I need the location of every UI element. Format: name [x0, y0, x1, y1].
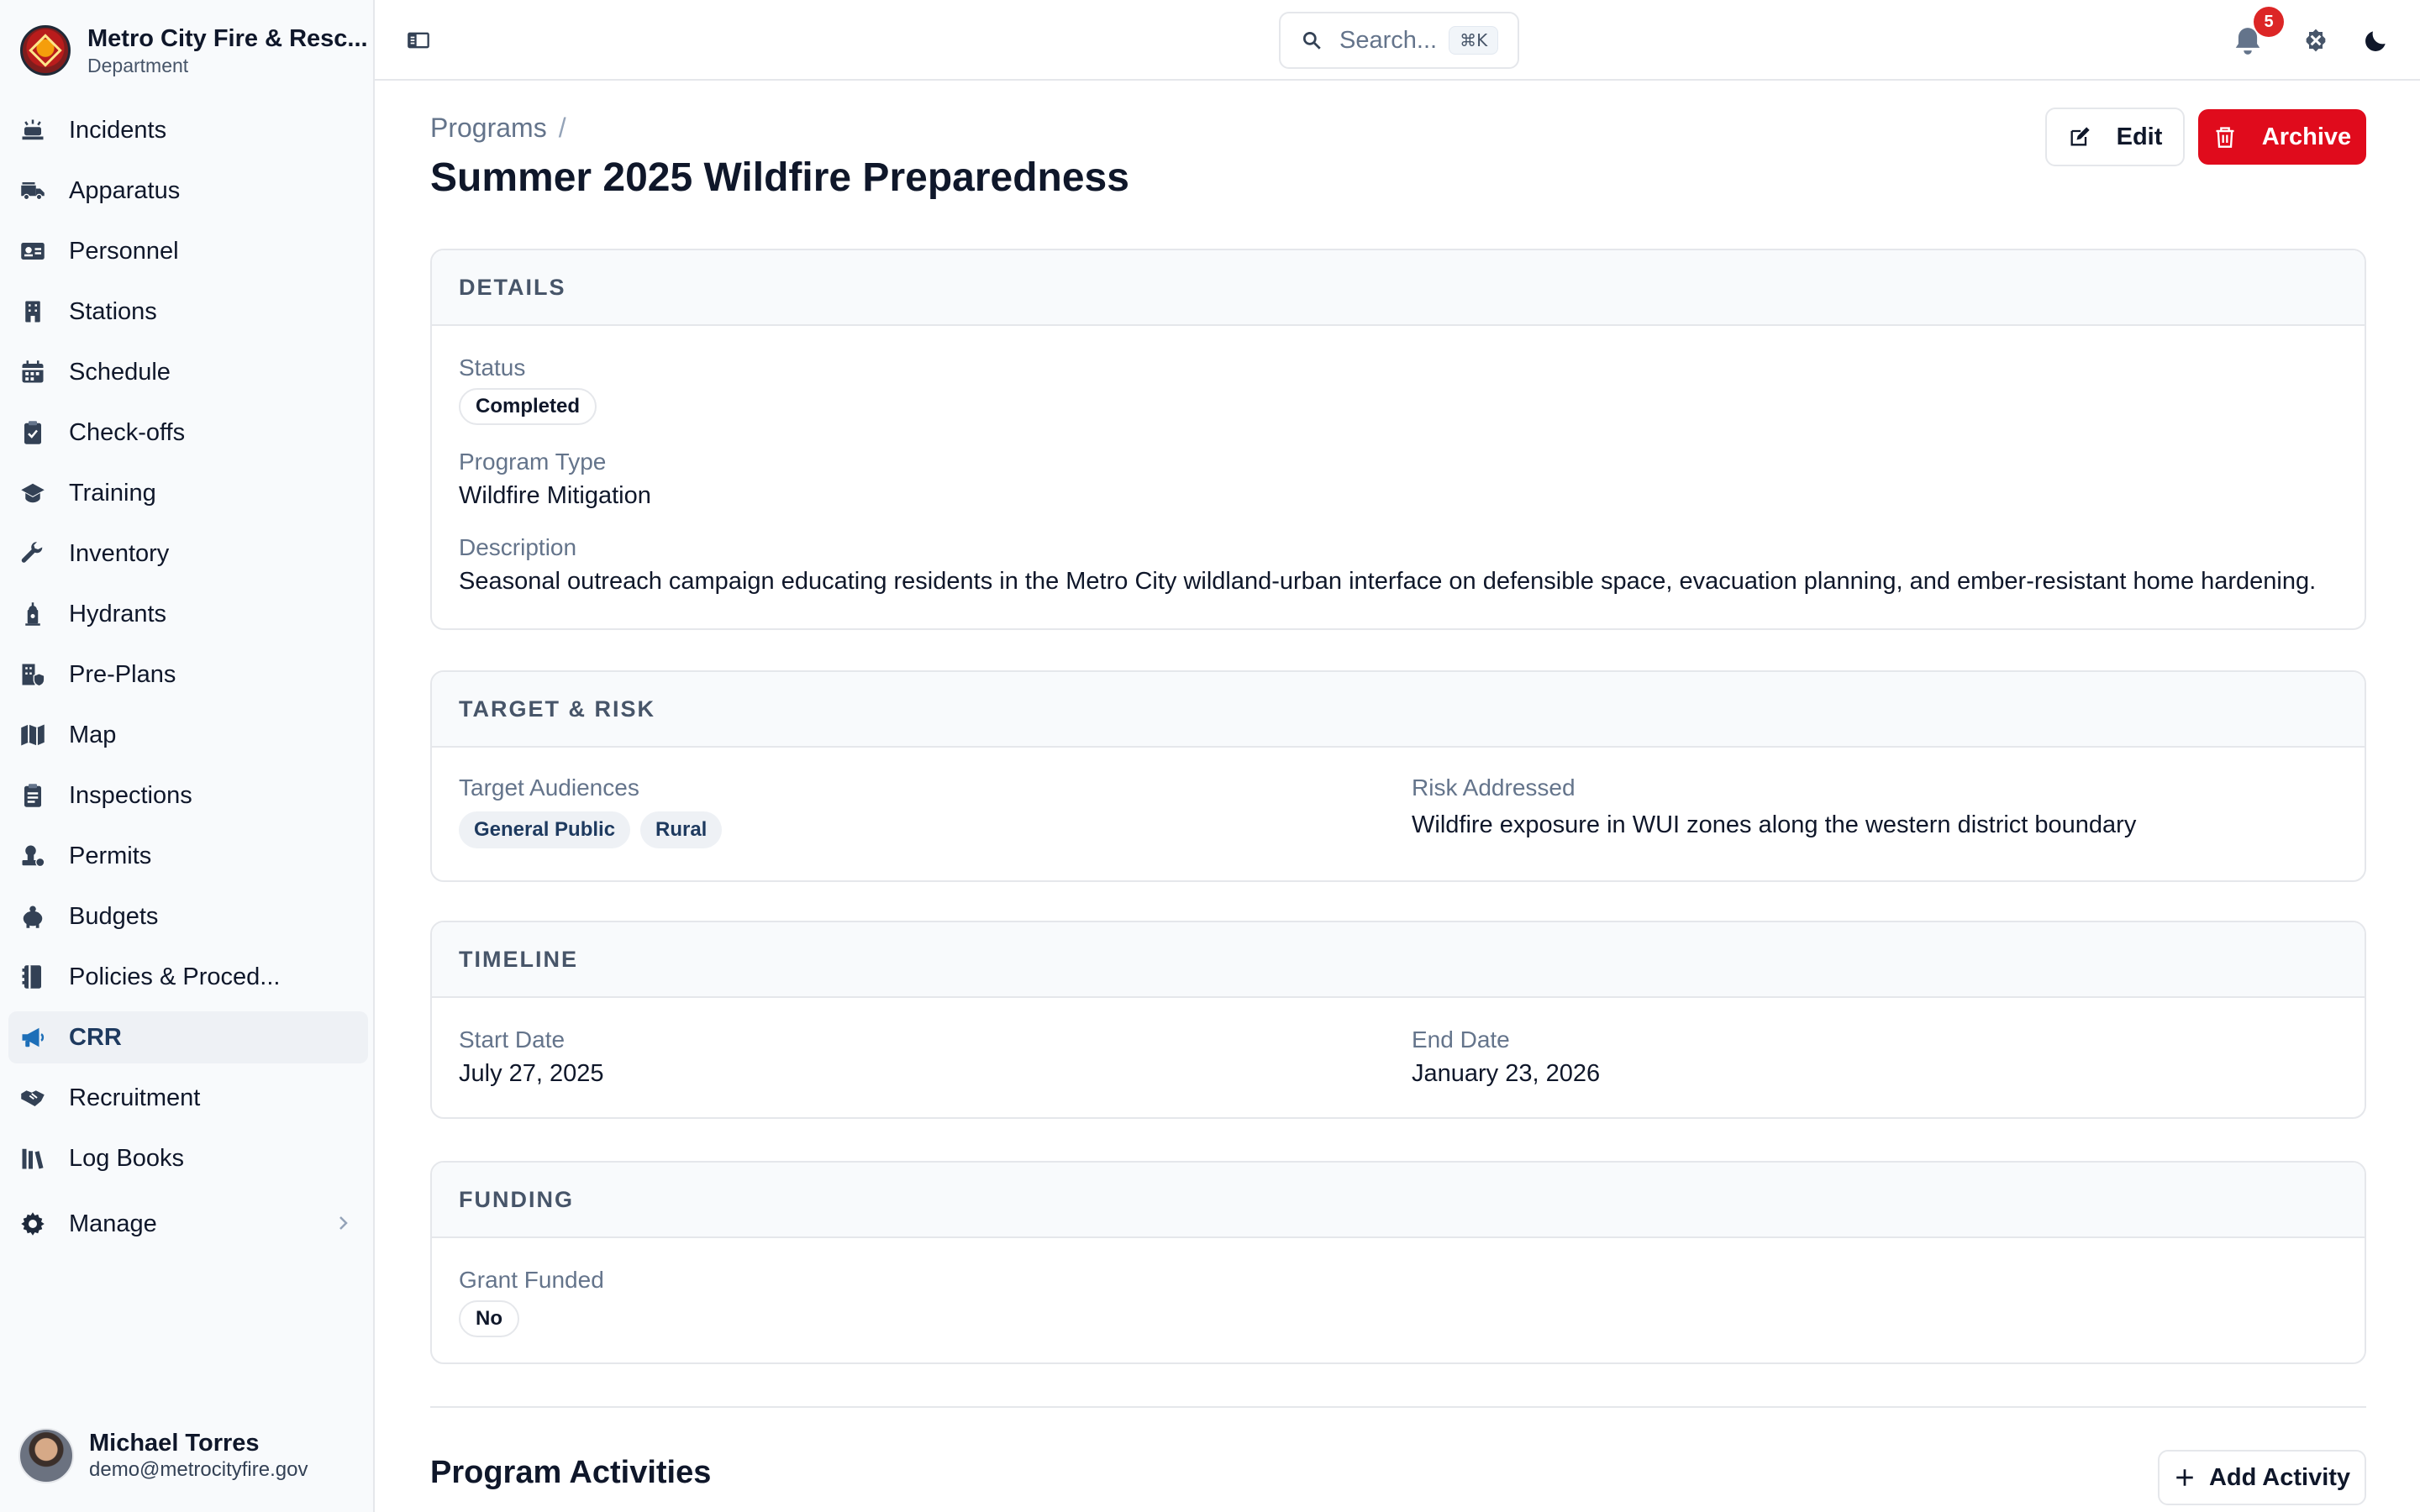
target-risk-heading: TARGET & RISK	[432, 672, 2365, 748]
siren-icon	[20, 118, 45, 143]
program-type-value: Wildfire Mitigation	[459, 482, 651, 509]
wrench-icon	[20, 541, 45, 566]
trash-icon	[2216, 127, 2234, 148]
page-title: Summer 2025 Wildfire Preparedness	[430, 155, 1129, 200]
search-input[interactable]: Search... ⌘K	[1279, 12, 1519, 69]
book-icon	[20, 964, 45, 990]
sidebar-item-personnel[interactable]: Personnel	[8, 225, 368, 277]
end-date-value: January 23, 2026	[1412, 1060, 1601, 1087]
section-divider	[430, 1406, 2366, 1408]
sidebar-item-map[interactable]: Map	[8, 709, 368, 761]
top-bar: Search... ⌘K 5	[375, 0, 2420, 81]
sidebar-item-hydrants[interactable]: Hydrants	[8, 588, 368, 640]
building-icon	[20, 299, 45, 324]
sidebar-item-check-offs[interactable]: Check-offs	[8, 407, 368, 459]
target-audiences-label: Target Audiences	[459, 774, 639, 801]
grant-funded-label: Grant Funded	[459, 1267, 604, 1293]
sidebar-item-stations[interactable]: Stations	[8, 286, 368, 338]
sidebar-toggle-icon[interactable]	[407, 29, 430, 52]
edit-button[interactable]: Edit	[2045, 108, 2185, 166]
sidebar-item-inspections[interactable]: Inspections	[8, 769, 368, 822]
sidebar-item-schedule[interactable]: Schedule	[8, 346, 368, 398]
id-card-icon	[20, 239, 45, 264]
calendar-icon	[20, 360, 45, 385]
sidebar-item-crr[interactable]: CRR	[8, 1011, 368, 1063]
target-risk-card: TARGET & RISK Target Audiences General P…	[430, 670, 2366, 882]
breadcrumb-separator: /	[558, 113, 566, 143]
end-date-label: End Date	[1412, 1026, 1510, 1053]
stamp-icon	[20, 843, 45, 869]
books-icon	[20, 1146, 45, 1171]
sidebar-item-log-books[interactable]: Log Books	[8, 1132, 368, 1184]
department-logo-icon	[20, 25, 71, 76]
sidebar-item-policies[interactable]: Policies & Proced...	[8, 951, 368, 1003]
megaphone-icon	[20, 1025, 45, 1050]
hydrant-icon	[20, 601, 45, 627]
risk-addressed-value: Wildfire exposure in WUI zones along the…	[1412, 811, 2137, 838]
start-date-label: Start Date	[459, 1026, 566, 1053]
sidebar-item-permits[interactable]: Permits	[8, 830, 368, 882]
archive-button[interactable]: Archive	[2198, 109, 2366, 165]
sidebar-nav: Incidents Apparatus Personnel Stations S…	[8, 104, 368, 1258]
breadcrumb: Programs /	[430, 113, 566, 144]
description-value: Seasonal outreach campaign educating res…	[459, 568, 2317, 595]
breadcrumb-programs-link[interactable]: Programs	[430, 113, 547, 143]
description-label: Description	[459, 534, 577, 560]
audience-tag: General Public	[459, 811, 631, 848]
status-label: Status	[459, 354, 526, 381]
avatar	[18, 1428, 74, 1483]
settings-icon[interactable]	[2302, 27, 2329, 54]
funding-heading: FUNDING	[432, 1163, 2365, 1238]
user-email: demo@metrocityfire.gov	[89, 1458, 308, 1481]
audience-tag: Rural	[640, 811, 723, 848]
handshake-icon	[20, 1085, 45, 1110]
grant-funded-badge: No	[459, 1300, 519, 1337]
add-activity-button[interactable]: Add Activity	[2158, 1450, 2366, 1505]
program-activities-title: Program Activities	[430, 1455, 712, 1490]
sidebar-item-manage[interactable]: Manage	[8, 1198, 368, 1250]
program-type-label: Program Type	[459, 449, 607, 475]
department-name: Metro City Fire & Resc...	[87, 25, 368, 52]
sidebar-item-training[interactable]: Training	[8, 467, 368, 519]
graduation-cap-icon	[20, 480, 45, 506]
start-date-value: July 27, 2025	[459, 1060, 604, 1087]
sidebar-item-budgets[interactable]: Budgets	[8, 890, 368, 942]
details-card: DETAILS Status Completed Program Type Wi…	[430, 249, 2366, 630]
timeline-heading: TIMELINE	[432, 922, 2365, 998]
status-badge: Completed	[459, 388, 597, 425]
risk-addressed-label: Risk Addressed	[1412, 774, 1576, 801]
sidebar-item-inventory[interactable]: Inventory	[8, 528, 368, 580]
search-icon	[1302, 31, 1321, 50]
edit-icon	[2070, 127, 2090, 146]
notification-badge: 5	[2254, 7, 2284, 37]
plus-icon	[2176, 1469, 2193, 1486]
details-heading: DETAILS	[432, 250, 2365, 326]
search-placeholder: Search...	[1339, 26, 1438, 54]
sidebar-item-incidents[interactable]: Incidents	[8, 104, 368, 156]
timeline-card: TIMELINE Start Date July 27, 2025 End Da…	[430, 921, 2366, 1119]
clipboard-check-icon	[20, 420, 45, 445]
clipboard-list-icon	[20, 783, 45, 808]
user-profile[interactable]: Michael Torres demo@metrocityfire.gov	[18, 1428, 308, 1483]
fire-truck-icon	[20, 178, 45, 203]
search-shortcut: ⌘K	[1449, 26, 1499, 55]
sidebar-item-recruitment[interactable]: Recruitment	[8, 1072, 368, 1124]
brand[interactable]: Metro City Fire & Resc... Department	[20, 24, 368, 77]
piggy-bank-icon	[20, 904, 45, 929]
sidebar-item-pre-plans[interactable]: Pre-Plans	[8, 648, 368, 701]
funding-card: FUNDING Grant Funded No	[430, 1161, 2366, 1364]
department-subtitle: Department	[87, 55, 189, 76]
building-shield-icon	[20, 662, 45, 687]
user-name: Michael Torres	[89, 1430, 260, 1457]
map-icon	[20, 722, 45, 748]
chevron-right-icon	[339, 1216, 348, 1230]
sidebar: Metro City Fire & Resc... Department Inc…	[0, 0, 375, 1512]
sidebar-item-apparatus[interactable]: Apparatus	[8, 165, 368, 217]
gear-icon	[20, 1211, 45, 1236]
moon-icon[interactable]	[2363, 27, 2390, 54]
